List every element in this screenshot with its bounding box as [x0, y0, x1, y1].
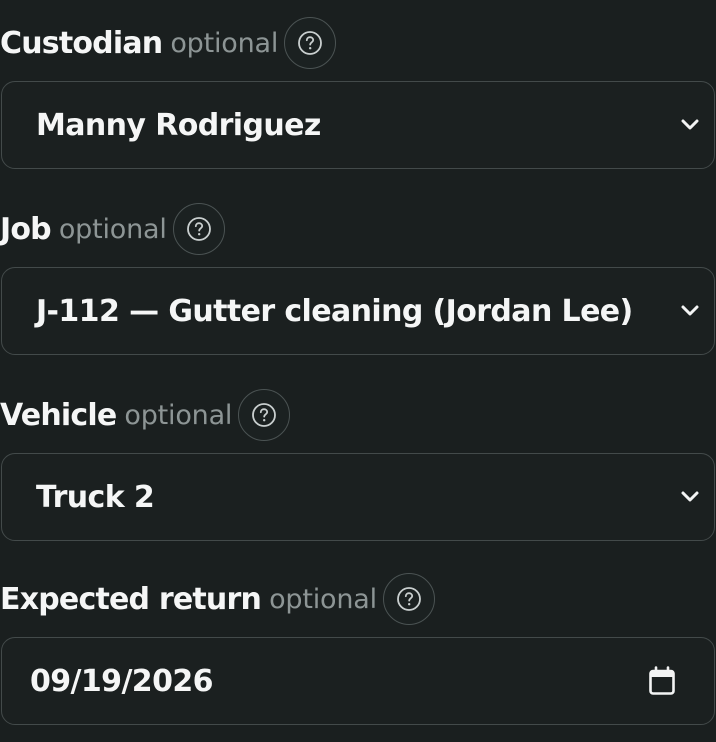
question-circle-icon	[298, 31, 323, 55]
custodian-select[interactable]: Manny Rodriguez	[1, 81, 715, 169]
custodian-label: Custodian	[0, 25, 163, 61]
expected-return-label-row: Expected return optional	[0, 571, 435, 627]
custodian-selected-value: Manny Rodriguez	[36, 107, 321, 143]
expected-return-date-input[interactable]: 09/19/2026	[1, 637, 715, 725]
expected-return-label: Expected return	[0, 581, 262, 617]
calendar-icon[interactable]	[642, 661, 682, 701]
custodian-help-icon[interactable]	[284, 17, 337, 69]
expected-return-date-value: 09/19/2026	[30, 663, 214, 699]
job-selected-value: J-112 — Gutter cleaning (Jordan Lee)	[36, 293, 633, 329]
assignment-form: Custodian optional Manny Rodriguez Job o…	[0, 0, 716, 742]
job-label-row: Job optional	[0, 201, 225, 257]
job-optional-hint: optional	[58, 213, 167, 245]
vehicle-label-row: Vehicle optional	[0, 387, 291, 443]
job-label: Job	[0, 211, 52, 247]
vehicle-selected-value: Truck 2	[36, 479, 155, 515]
vehicle-help-icon[interactable]	[238, 389, 291, 441]
vehicle-optional-hint: optional	[124, 399, 233, 431]
expected-return-optional-hint: optional	[269, 583, 377, 615]
question-circle-icon	[396, 587, 421, 611]
chevron-down-icon	[670, 477, 710, 517]
chevron-down-icon	[670, 105, 710, 145]
job-select[interactable]: J-112 — Gutter cleaning (Jordan Lee)	[1, 267, 715, 355]
question-circle-icon	[186, 217, 211, 241]
chevron-down-icon	[670, 291, 710, 331]
vehicle-select[interactable]: Truck 2	[1, 453, 715, 541]
custodian-optional-hint: optional	[170, 27, 279, 59]
expected-return-help-icon[interactable]	[382, 573, 435, 625]
question-circle-icon	[252, 403, 277, 427]
vehicle-label: Vehicle	[0, 397, 117, 433]
custodian-label-row: Custodian optional	[0, 15, 337, 71]
job-help-icon[interactable]	[172, 203, 225, 255]
